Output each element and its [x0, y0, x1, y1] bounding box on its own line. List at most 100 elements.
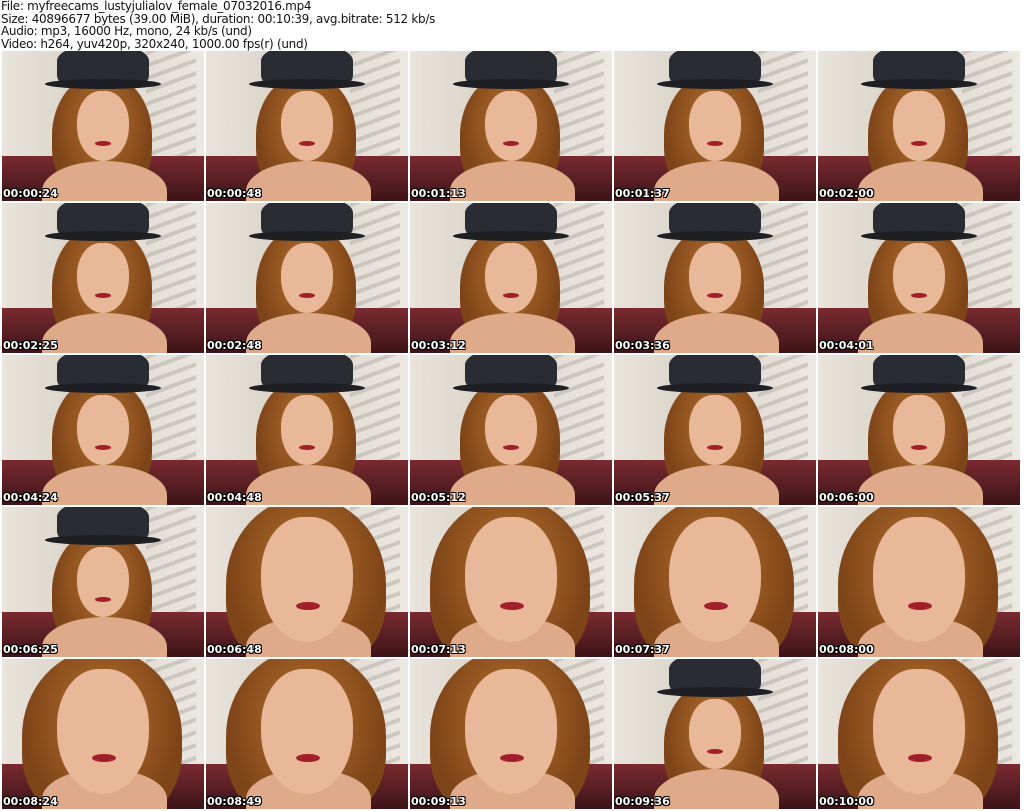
person-lips — [95, 293, 111, 298]
person-face — [873, 669, 965, 794]
video-thumbnail: 00:07:13 — [410, 507, 612, 657]
video-thumbnail: 00:05:37 — [614, 355, 816, 505]
timestamp: 00:03:36 — [615, 339, 670, 352]
top-hat — [657, 51, 773, 89]
wallpaper — [350, 355, 400, 465]
timestamp: 00:05:12 — [411, 491, 466, 504]
top-hat — [45, 51, 161, 89]
person-face — [485, 395, 537, 465]
top-hat — [453, 51, 569, 89]
file-info-header: File: myfreecams_lustyjulialov_female_07… — [1, 0, 435, 50]
timestamp: 00:02:00 — [819, 187, 874, 200]
person-face — [689, 699, 741, 769]
person-lips — [911, 445, 927, 450]
top-hat — [45, 203, 161, 241]
video-thumbnail: 00:02:48 — [206, 203, 408, 353]
person-lips — [296, 602, 320, 610]
person-face — [893, 243, 945, 313]
wallpaper — [962, 203, 1012, 313]
timestamp: 00:01:37 — [615, 187, 670, 200]
video-thumbnail: 00:04:24 — [2, 355, 204, 505]
wallpaper — [146, 51, 196, 161]
top-hat — [861, 203, 977, 241]
wallpaper — [146, 203, 196, 313]
video-thumbnail: 00:05:12 — [410, 355, 612, 505]
person-lips — [503, 445, 519, 450]
timestamp: 00:08:00 — [819, 643, 874, 656]
video-thumbnail: 00:06:00 — [818, 355, 1020, 505]
person-lips — [911, 141, 927, 146]
top-hat — [45, 507, 161, 545]
person-face — [77, 547, 129, 617]
person-lips — [503, 293, 519, 298]
person-lips — [296, 754, 320, 762]
person-face — [689, 243, 741, 313]
timestamp: 00:08:49 — [207, 795, 262, 808]
person-lips — [299, 293, 315, 298]
timestamp: 00:02:25 — [3, 339, 58, 352]
video-thumbnail: 00:04:01 — [818, 203, 1020, 353]
audio-info: Audio: mp3, 16000 Hz, mono, 24 kb/s (und… — [1, 24, 252, 38]
person-face — [261, 517, 353, 642]
person-lips — [503, 141, 519, 146]
top-hat — [453, 203, 569, 241]
file-name: File: myfreecams_lustyjulialov_female_07… — [1, 0, 312, 13]
person-face — [893, 91, 945, 161]
wallpaper — [554, 51, 604, 161]
wallpaper — [350, 51, 400, 161]
wallpaper — [350, 203, 400, 313]
wallpaper — [554, 203, 604, 313]
person-lips — [92, 754, 116, 762]
person-lips — [707, 141, 723, 146]
video-thumbnail: 00:01:37 — [614, 51, 816, 201]
wallpaper — [962, 51, 1012, 161]
video-thumbnail: 00:00:48 — [206, 51, 408, 201]
timestamp: 00:04:24 — [3, 491, 58, 504]
person-lips — [704, 602, 728, 610]
person-lips — [908, 754, 932, 762]
wallpaper — [758, 355, 808, 465]
top-hat — [249, 51, 365, 89]
timestamp: 00:06:48 — [207, 643, 262, 656]
video-thumbnail: 00:03:36 — [614, 203, 816, 353]
video-thumbnail: 00:04:48 — [206, 355, 408, 505]
video-thumbnail: 00:06:48 — [206, 507, 408, 657]
timestamp: 00:07:37 — [615, 643, 670, 656]
person-lips — [707, 293, 723, 298]
video-thumbnail: 00:00:24 — [2, 51, 204, 201]
person-face — [77, 395, 129, 465]
person-face — [77, 243, 129, 313]
person-face — [281, 395, 333, 465]
person-face — [281, 91, 333, 161]
video-info: Video: h264, yuv420p, 320x240, 1000.00 f… — [1, 36, 308, 51]
timestamp: 00:01:13 — [411, 187, 466, 200]
thumbnail-grid: 00:00:24 00:00:48 00:01:13 00:01:37 00:02:00… — [2, 51, 1020, 809]
person-lips — [911, 293, 927, 298]
person-lips — [908, 602, 932, 610]
video-thumbnail: 00:02:25 — [2, 203, 204, 353]
video-thumbnail: 00:03:12 — [410, 203, 612, 353]
video-thumbnail: 00:02:00 — [818, 51, 1020, 201]
video-thumbnail: 00:08:24 — [2, 659, 204, 809]
video-thumbnail: 00:08:00 — [818, 507, 1020, 657]
timestamp: 00:08:24 — [3, 795, 58, 808]
video-thumbnail: 00:08:49 — [206, 659, 408, 809]
video-thumbnail: 00:06:25 — [2, 507, 204, 657]
person-lips — [95, 445, 111, 450]
top-hat — [249, 203, 365, 241]
top-hat — [861, 355, 977, 393]
person-lips — [95, 597, 111, 602]
top-hat — [657, 203, 773, 241]
person-face — [465, 669, 557, 794]
top-hat — [453, 355, 569, 393]
timestamp: 00:09:13 — [411, 795, 466, 808]
timestamp: 00:03:12 — [411, 339, 466, 352]
top-hat — [45, 355, 161, 393]
wallpaper — [554, 355, 604, 465]
person-lips — [707, 749, 723, 754]
timestamp: 00:00:24 — [3, 187, 58, 200]
top-hat — [249, 355, 365, 393]
person-face — [669, 517, 761, 642]
top-hat — [657, 659, 773, 697]
wallpaper — [758, 203, 808, 313]
